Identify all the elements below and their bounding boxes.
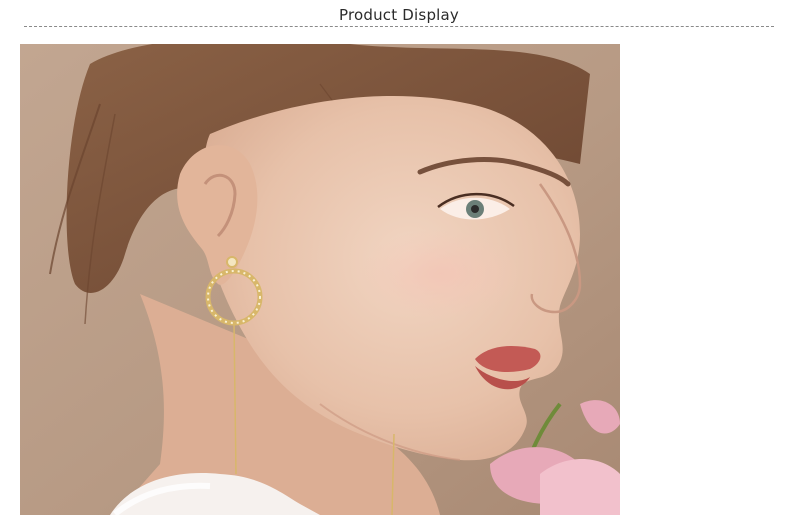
- section-header: Product Display: [24, 4, 774, 28]
- product-photo: [20, 44, 620, 515]
- header-divider: [24, 26, 774, 27]
- section-title: Product Display: [338, 6, 459, 24]
- product-photo-illustration: [20, 44, 620, 515]
- earring-stud: [226, 256, 238, 268]
